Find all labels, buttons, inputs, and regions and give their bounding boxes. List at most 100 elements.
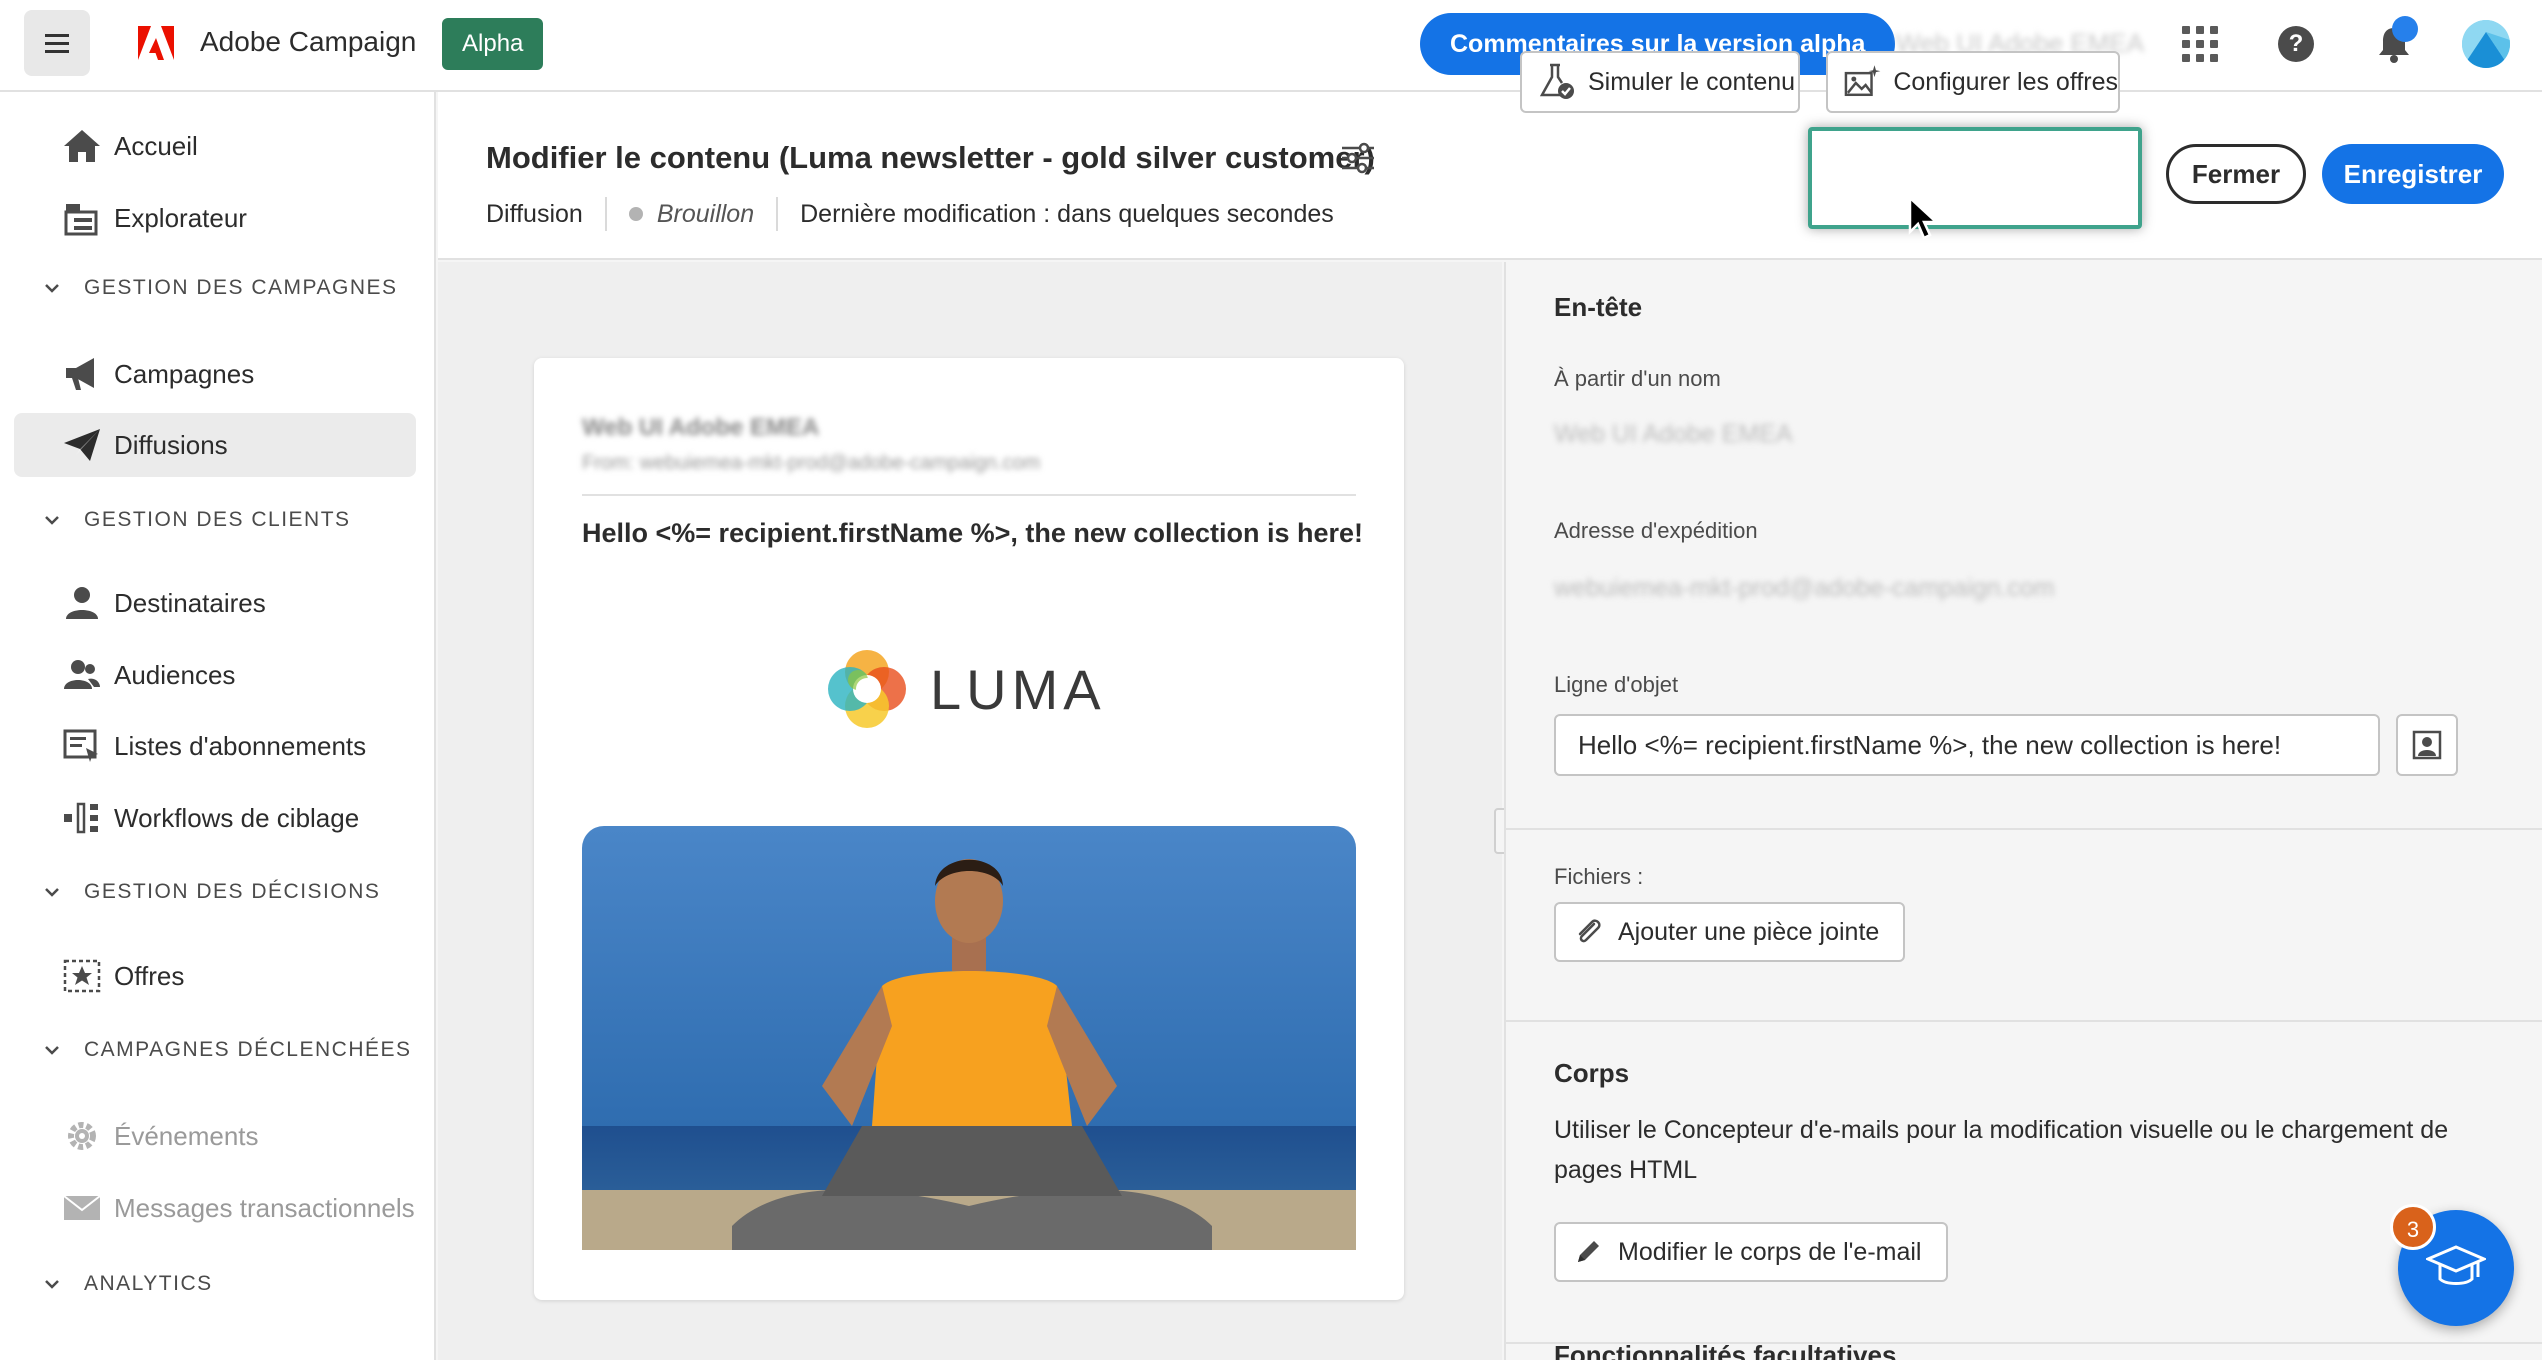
nav-item-deliveries[interactable]: Diffusions: [14, 413, 416, 477]
nav-label: Messages transactionnels: [114, 1192, 415, 1223]
body-description: Utiliser le Concepteur d'e-mails pour la…: [1554, 1116, 2449, 1184]
divider: [582, 494, 1356, 496]
divider: [604, 197, 607, 231]
mouse-cursor-icon: [1908, 196, 1940, 240]
learn-notification-badge: 3: [2390, 1204, 2436, 1250]
subscription-list-icon: [63, 729, 98, 762]
subject-line-label: Ligne d'objet: [1554, 672, 1679, 697]
personalization-button[interactable]: [2396, 714, 2458, 776]
nav-item-campaigns[interactable]: Campagnes: [14, 342, 416, 406]
from-name-label: À partir d'un nom: [1554, 366, 1721, 391]
save-button[interactable]: Enregistrer: [2322, 144, 2504, 204]
last-modified: Dernière modification : dans quelques se…: [800, 199, 1334, 228]
chevron-down-icon: [45, 888, 59, 897]
preview-sender-name: Web UI Adobe EMEA: [582, 414, 820, 441]
users-icon: [64, 660, 100, 689]
nav-item-transactional-messages[interactable]: Messages transactionnels: [14, 1176, 416, 1240]
header-section-title: En-tête: [1554, 292, 1643, 322]
files-label: Fichiers :: [1554, 864, 1644, 889]
nav-item-recipients[interactable]: Destinataires: [14, 571, 416, 635]
home-icon: [64, 130, 100, 162]
notification-dot: [2392, 16, 2418, 42]
status-dot: [628, 207, 643, 221]
nav-label: Explorateur: [114, 202, 247, 233]
paperclip-icon: [1578, 919, 1601, 943]
chevron-down-icon: [45, 1046, 59, 1055]
pencil-icon: [1578, 1241, 1599, 1262]
megaphone-icon: [66, 358, 94, 390]
divider: [1506, 828, 2542, 830]
user-avatar[interactable]: [2462, 20, 2510, 68]
flask-icon: [1539, 63, 1574, 99]
hero-image: [582, 826, 1356, 1250]
email-body-preview: LUMA: [582, 586, 1356, 1250]
help-icon[interactable]: ?: [2278, 26, 2314, 62]
graduation-cap-icon: [2426, 1245, 2486, 1285]
hamburger-menu-icon[interactable]: [24, 10, 90, 76]
adobe-logo-icon: [138, 26, 174, 60]
nav-label: Audiences: [114, 659, 236, 690]
luma-logo: LUMA: [822, 644, 1122, 734]
optional-features-title: Fonctionnalités facultatives: [1554, 1340, 1897, 1360]
mail-icon: [63, 1195, 101, 1220]
section-customer-management[interactable]: GESTION DES CLIENTS: [44, 500, 351, 540]
workflow-icon: [64, 802, 98, 834]
nav-label: Événements: [114, 1120, 259, 1151]
gear-icon: [68, 1122, 96, 1150]
nav-label: Diffusions: [114, 429, 228, 460]
image-sparkle-icon: [1844, 65, 1881, 97]
nav-item-targeting-workflows[interactable]: Workflows de ciblage: [14, 786, 416, 850]
nav-label: Destinataires: [114, 587, 266, 618]
chevron-down-icon: [45, 1280, 59, 1289]
alpha-badge: Alpha: [442, 18, 544, 70]
offer-icon: [63, 959, 101, 993]
send-icon: [64, 429, 100, 461]
content-meta: Diffusion Brouillon Dernière modificatio…: [486, 194, 1334, 234]
page-title: Modifier le contenu (Luma newsletter - g…: [486, 140, 1375, 175]
highlight-frame: [1808, 127, 2142, 229]
subject-line-input[interactable]: [1554, 714, 2380, 776]
email-preview-card: Web UI Adobe EMEA From: webuiemea-mkt-pr…: [534, 358, 1404, 1300]
nav-item-offers[interactable]: Offres: [14, 944, 416, 1008]
luma-logo-icon: [828, 650, 906, 728]
from-address-label: Adresse d'expédition: [1554, 518, 1758, 543]
edit-email-body-button[interactable]: Modifier le corps de l'e-mail: [1554, 1222, 1948, 1282]
section-triggered-campaigns[interactable]: CAMPAGNES DÉCLENCHÉES: [44, 1030, 412, 1070]
nav-label: Workflows de ciblage: [114, 802, 360, 833]
configure-offers-button[interactable]: Configurer les offres: [1826, 51, 2120, 113]
left-navigation: Accueil Explorateur GESTION DES CAMPAGNE…: [0, 92, 436, 1360]
top-bar: Adobe Campaign Alpha Commentaires sur la…: [0, 0, 2542, 92]
divider: [776, 197, 779, 231]
user-icon: [66, 587, 98, 619]
section-campaign-management[interactable]: GESTION DES CAMPAGNES: [44, 268, 398, 308]
close-button[interactable]: Fermer: [2166, 144, 2306, 204]
body-section-title: Corps: [1554, 1058, 1630, 1088]
chevron-down-icon: [45, 516, 59, 525]
add-attachment-button[interactable]: Ajouter une pièce jointe: [1554, 902, 1906, 962]
preview-sender-address: From: webuiemea-mkt-prod@adobe-campaign.…: [582, 452, 1041, 474]
status-label: Brouillon: [656, 199, 755, 228]
simulate-content-button[interactable]: Simuler le contenu: [1520, 51, 1800, 113]
luma-logo-text: LUMA: [930, 657, 1106, 721]
section-analytics[interactable]: ANALYTICS: [44, 1264, 213, 1304]
chevron-down-icon: [45, 284, 59, 293]
nav-item-subscription-lists[interactable]: Listes d'abonnements: [14, 714, 416, 778]
delivery-type: Diffusion: [486, 199, 583, 228]
properties-settings-icon[interactable]: [1338, 138, 1378, 178]
properties-panel: En-tête À partir d'un nom Web UI Adobe E…: [1504, 262, 2542, 1360]
nav-item-home[interactable]: Accueil: [14, 114, 416, 178]
email-preview-area: Web UI Adobe EMEA From: webuiemea-mkt-pr…: [438, 262, 1502, 1360]
nav-label: Offres: [114, 960, 185, 991]
from-address-value[interactable]: webuiemea-mkt-prod@adobe-campaign.com: [1554, 574, 2055, 603]
explorer-icon: [64, 204, 98, 236]
app-name[interactable]: Adobe Campaign: [200, 26, 416, 58]
nav-label: Accueil: [114, 130, 198, 161]
section-decision-management[interactable]: GESTION DES DÉCISIONS: [44, 872, 380, 912]
nav-item-explorer[interactable]: Explorateur: [14, 186, 416, 250]
nav-item-events[interactable]: Événements: [14, 1104, 416, 1168]
nav-label: Campagnes: [114, 358, 255, 389]
from-name-value[interactable]: Web UI Adobe EMEA: [1554, 420, 1793, 449]
nav-label: Listes d'abonnements: [114, 730, 367, 761]
nav-item-audiences[interactable]: Audiences: [14, 643, 416, 707]
app-switcher-icon[interactable]: [2182, 26, 2218, 62]
